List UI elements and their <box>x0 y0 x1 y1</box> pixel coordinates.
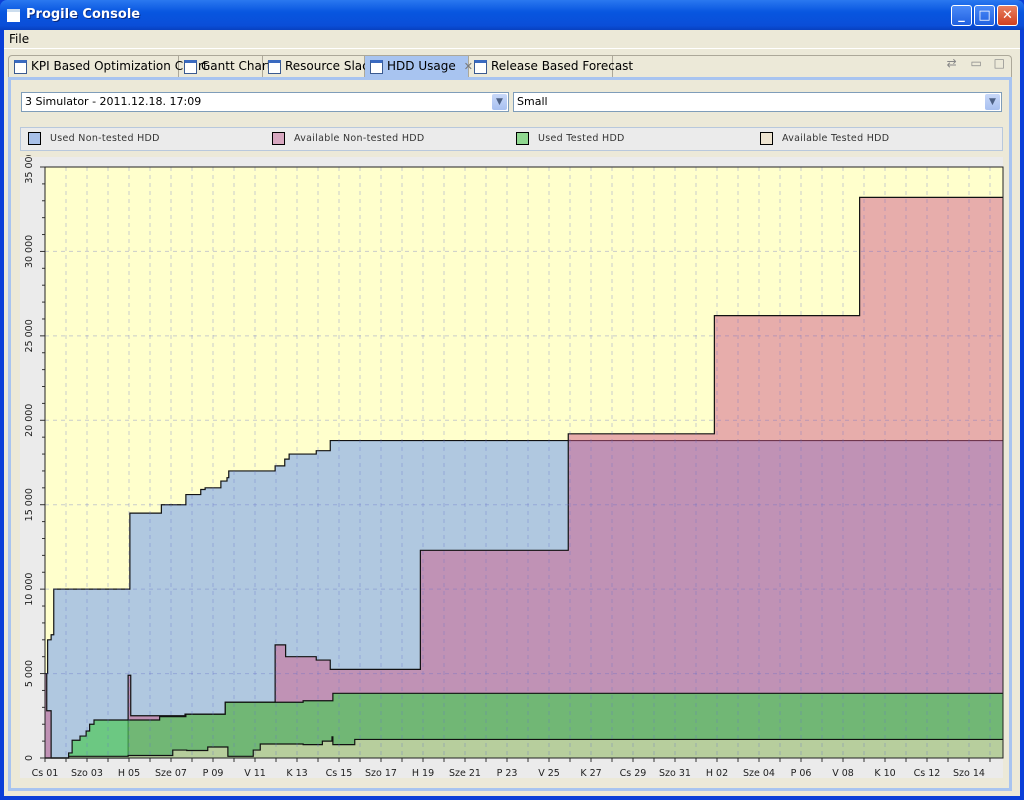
maximize-view-icon[interactable]: □ <box>994 56 1005 70</box>
x-tick-label: V 11 <box>244 768 266 779</box>
chevron-down-icon[interactable]: ▼ <box>492 94 507 110</box>
maximize-button[interactable]: □ <box>974 5 995 26</box>
tab-resource-slack[interactable]: Resource Slack <box>263 56 376 77</box>
menu-bar: File <box>4 30 1020 49</box>
x-tick-label: P 23 <box>497 768 518 779</box>
x-tick-label: Sze 07 <box>155 768 187 779</box>
x-tick-label: P 09 <box>203 768 224 779</box>
tab-gantt-chart[interactable]: Gantt Chart <box>179 56 271 77</box>
x-tick-label: Sze 04 <box>743 768 775 779</box>
y-tick-label: 25 000 <box>24 319 35 352</box>
x-tick-label: Szo 03 <box>71 768 103 779</box>
minimize-view-icon[interactable]: ▭ <box>970 56 981 70</box>
x-tick-label: Sze 21 <box>449 768 481 779</box>
chart-legend: Used Non-tested HDD Available Non-tested… <box>20 127 1003 151</box>
y-tick-label: 10 000 <box>24 573 35 606</box>
tab-strip: KPI Based Optimization Chart Gantt Chart… <box>8 55 1012 78</box>
app-icon <box>7 9 20 22</box>
title-bar: Progile Console _ □ ✕ <box>0 0 1024 30</box>
x-tick-label: Cs 29 <box>620 768 647 779</box>
minimize-button[interactable]: _ <box>951 5 972 26</box>
tab-kpi-chart[interactable]: KPI Based Optimization Chart <box>9 56 208 77</box>
view-icon <box>268 60 281 74</box>
size-select[interactable]: Small ▼ <box>513 92 1002 112</box>
y-tick-label: 0 <box>24 755 35 761</box>
legend-swatch <box>760 132 773 145</box>
chevron-down-icon[interactable]: ▼ <box>985 94 1000 110</box>
x-tick-label: K 27 <box>580 768 601 779</box>
x-tick-label: Cs 15 <box>326 768 353 779</box>
hdd-usage-chart: 0 5 000 10 000 15 000 20 000 25 000 30 000 35 0… <box>24 155 1004 779</box>
y-tick-label: 15 000 <box>24 488 35 521</box>
y-tick-label: 30 000 <box>24 235 35 268</box>
tab-label: Release Based Forecast <box>491 59 634 73</box>
x-tick-label: Szo 14 <box>953 768 985 779</box>
view-icon <box>370 60 383 74</box>
window-title: Progile Console <box>26 7 141 22</box>
tab-label: Resource Slack <box>285 59 376 73</box>
x-tick-label: H 02 <box>706 768 728 779</box>
x-tick-label: Cs 12 <box>914 768 941 779</box>
x-tick-label: H 05 <box>118 768 140 779</box>
legend-swatch <box>28 132 41 145</box>
simulation-select[interactable]: 3 Simulator - 2011.12.18. 17:09 ▼ <box>21 92 509 112</box>
simulation-select-value: 3 Simulator - 2011.12.18. 17:09 <box>25 95 202 108</box>
size-select-value: Small <box>517 95 548 108</box>
x-tick-label: Szo 31 <box>659 768 691 779</box>
menu-file[interactable]: File <box>9 32 29 46</box>
x-tick-label: H 19 <box>412 768 434 779</box>
tab-release-forecast[interactable]: Release Based Forecast <box>469 56 633 77</box>
x-tick-label: K 13 <box>286 768 307 779</box>
legend-label: Used Tested HDD <box>538 133 625 144</box>
view-toolbar: ⇄ ▭ □ <box>947 56 1005 77</box>
legend-swatch <box>272 132 285 145</box>
x-tick-label: V 25 <box>538 768 560 779</box>
x-tick-label: Cs 01 <box>32 768 59 779</box>
legend-label: Available Tested HDD <box>782 133 890 144</box>
x-tick-label: K 10 <box>874 768 895 779</box>
close-button[interactable]: ✕ <box>997 5 1018 26</box>
legend-label: Used Non-tested HDD <box>50 133 160 144</box>
y-tick-label: 5 000 <box>24 660 35 687</box>
x-tick-label: P 06 <box>791 768 812 779</box>
view-icon <box>14 60 27 74</box>
sync-icon[interactable]: ⇄ <box>947 56 957 70</box>
y-tick-label: 35 000 <box>24 155 35 184</box>
legend-swatch <box>516 132 529 145</box>
x-tick-label: V 08 <box>832 768 854 779</box>
tab-label: HDD Usage <box>387 59 456 73</box>
x-tick-label: Szo 17 <box>365 768 397 779</box>
legend-label: Available Non-tested HDD <box>294 133 425 144</box>
y-tick-label: 20 000 <box>24 404 35 437</box>
tab-hdd-usage[interactable]: HDD Usage ✕ <box>365 56 473 77</box>
view-icon <box>184 60 197 74</box>
view-icon <box>474 60 487 74</box>
tab-label: Gantt Chart <box>201 59 272 73</box>
